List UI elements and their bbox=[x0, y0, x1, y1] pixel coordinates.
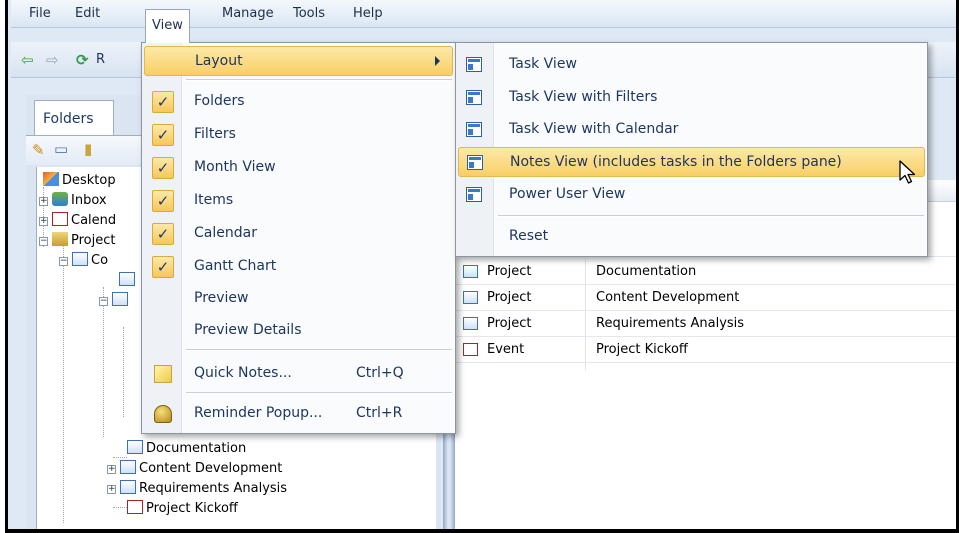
checkmark-icon: ✓ bbox=[152, 124, 174, 146]
project-icon bbox=[463, 317, 478, 330]
table-row[interactable]: Project Documentation bbox=[455, 259, 956, 285]
project-icon bbox=[72, 252, 88, 266]
tree-item-content-development[interactable]: + Content Development bbox=[107, 459, 282, 479]
menu-manage[interactable]: Manage bbox=[216, 4, 280, 24]
notes-view-icon bbox=[467, 155, 483, 170]
menu-item-preview-details[interactable]: Preview Details bbox=[144, 316, 453, 346]
edit-note-icon[interactable]: ▭ bbox=[54, 141, 68, 157]
menu-item-reminder-popup[interactable]: Reminder Popup... Ctrl+R bbox=[144, 399, 453, 429]
menu-item-reset[interactable]: Reset bbox=[458, 222, 925, 252]
expand-icon[interactable]: + bbox=[107, 485, 116, 494]
menu-tools[interactable]: Tools bbox=[287, 4, 331, 24]
collapse-icon[interactable]: − bbox=[39, 237, 48, 246]
tree-item-co[interactable]: − Co bbox=[59, 251, 108, 271]
tab-folders[interactable]: Folders bbox=[34, 100, 114, 136]
task-view-calendar-icon bbox=[466, 122, 482, 137]
event-icon bbox=[463, 343, 478, 356]
menu-item-quick-notes[interactable]: Quick Notes... Ctrl+Q bbox=[144, 359, 453, 389]
menu-view[interactable]: View bbox=[145, 9, 190, 43]
view-menu-dropdown: Layout ✓ Folders ✓ Filters ✓ Month View … bbox=[141, 42, 456, 434]
power-user-view-icon bbox=[466, 187, 482, 202]
back-arrow-icon[interactable]: ⇦ bbox=[21, 52, 34, 68]
refresh-icon[interactable]: ⟳ bbox=[76, 52, 89, 68]
expand-icon[interactable]: + bbox=[39, 217, 48, 226]
menu-item-layout[interactable]: Layout bbox=[144, 46, 453, 76]
folder-icon[interactable]: ▮ bbox=[84, 141, 92, 157]
checkmark-icon: ✓ bbox=[152, 190, 174, 212]
forward-arrow-icon[interactable]: ⇨ bbox=[46, 52, 59, 68]
inbox-icon bbox=[52, 192, 68, 206]
project-folder-icon bbox=[52, 232, 68, 246]
calendar-icon bbox=[52, 212, 68, 226]
bell-icon bbox=[154, 405, 172, 423]
menu-help[interactable]: Help bbox=[347, 4, 389, 24]
menu-item-filters[interactable]: ✓ Filters bbox=[144, 120, 453, 150]
mouse-cursor-icon bbox=[899, 160, 916, 184]
project-icon bbox=[112, 292, 128, 306]
desktop-icon bbox=[43, 172, 59, 186]
menu-item-gantt-chart[interactable]: ✓ Gantt Chart bbox=[144, 252, 453, 282]
tree-item-sub2[interactable]: − bbox=[99, 291, 131, 311]
menu-item-task-view[interactable]: Task View bbox=[458, 50, 925, 80]
tree-item-sub[interactable] bbox=[99, 271, 138, 291]
menu-item-task-view-filters[interactable]: Task View with Filters bbox=[458, 83, 925, 113]
menu-item-preview[interactable]: Preview bbox=[144, 284, 453, 314]
collapse-icon[interactable]: − bbox=[59, 257, 68, 266]
tree-item-desktop[interactable]: Desktop bbox=[43, 171, 116, 191]
table-row[interactable]: Project Content Development bbox=[455, 285, 956, 311]
menu-bar: File Edit View Manage Tools Help bbox=[11, 0, 956, 43]
menu-item-calendar[interactable]: ✓ Calendar bbox=[144, 219, 453, 249]
project-icon bbox=[120, 480, 136, 494]
project-icon bbox=[120, 460, 136, 474]
menu-item-task-view-calendar[interactable]: Task View with Calendar bbox=[458, 115, 925, 145]
task-view-icon bbox=[466, 57, 482, 72]
tree-item-project-kickoff[interactable]: Project Kickoff bbox=[127, 499, 238, 519]
tree-item-calendar[interactable]: + Calend bbox=[39, 211, 116, 231]
menu-item-items[interactable]: ✓ Items bbox=[144, 186, 453, 216]
project-icon bbox=[463, 265, 478, 278]
menu-item-month-view[interactable]: ✓ Month View bbox=[144, 153, 453, 183]
collapse-icon[interactable]: − bbox=[99, 297, 108, 306]
menu-edit[interactable]: Edit bbox=[69, 4, 106, 24]
checkmark-icon: ✓ bbox=[152, 157, 174, 179]
project-icon bbox=[463, 291, 478, 304]
checkmark-icon: ✓ bbox=[152, 256, 174, 278]
expand-icon[interactable]: + bbox=[39, 197, 48, 206]
layout-submenu: Task View Task View with Filters Task Vi… bbox=[455, 42, 928, 257]
menu-item-folders[interactable]: ✓ Folders bbox=[144, 87, 453, 117]
menu-file[interactable]: File bbox=[23, 4, 57, 24]
tree-item-requirements-analysis[interactable]: + Requirements Analysis bbox=[107, 479, 287, 499]
table-row[interactable]: Event Project Kickoff bbox=[455, 337, 956, 363]
refresh-button-label[interactable]: R bbox=[96, 52, 105, 68]
checkmark-icon: ✓ bbox=[152, 223, 174, 245]
table-row[interactable]: Project Requirements Analysis bbox=[455, 311, 956, 337]
tree-item-inbox[interactable]: + Inbox bbox=[39, 191, 107, 211]
tree-item-documentation[interactable]: Documentation bbox=[127, 439, 246, 459]
project-icon bbox=[119, 272, 135, 286]
submenu-arrow-icon bbox=[435, 56, 440, 66]
event-icon bbox=[127, 500, 143, 514]
project-icon bbox=[127, 440, 143, 454]
menu-item-power-user-view[interactable]: Power User View bbox=[458, 180, 925, 210]
pencil-icon[interactable]: ✎ bbox=[32, 142, 45, 158]
task-view-filters-icon bbox=[466, 90, 482, 105]
menu-item-notes-view[interactable]: Notes View (includes tasks in the Folder… bbox=[458, 147, 925, 177]
tree-item-projects[interactable]: − Project bbox=[39, 231, 115, 251]
expand-icon[interactable]: + bbox=[107, 465, 116, 474]
checkmark-icon: ✓ bbox=[152, 91, 174, 113]
sticky-note-icon bbox=[154, 365, 172, 383]
